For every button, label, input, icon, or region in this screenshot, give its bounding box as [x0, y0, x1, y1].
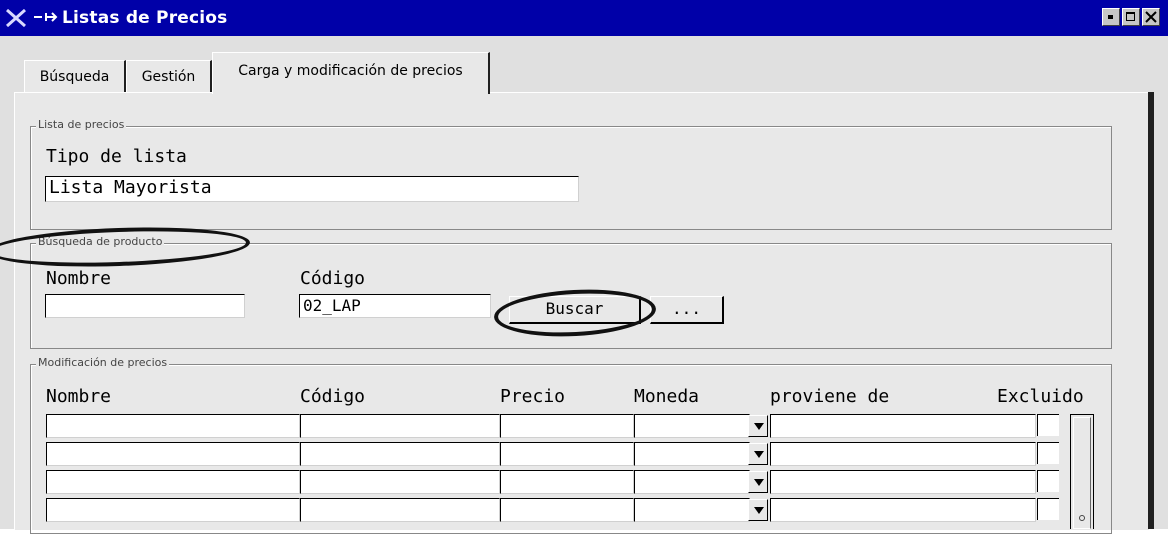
- scroll-grip-icon: [1079, 515, 1085, 521]
- moneda-cell[interactable]: [634, 498, 750, 522]
- grid-scrollbar[interactable]: [1070, 414, 1094, 529]
- nombre-label: Nombre: [46, 268, 112, 289]
- maximize-icon[interactable]: [1122, 8, 1140, 26]
- group-legend-modificacion: Modificación de precios: [36, 356, 170, 369]
- excluido-checkbox[interactable]: [1037, 414, 1059, 436]
- group-legend-lista: Lista de precios: [36, 118, 127, 131]
- moneda-dropdown-icon[interactable]: [748, 471, 768, 493]
- scrollbar-thumb[interactable]: [1073, 417, 1091, 529]
- window-menu-icon[interactable]: [34, 12, 58, 22]
- nombre-cell[interactable]: [46, 470, 300, 494]
- col-header-excluido: Excluido: [997, 386, 1084, 407]
- moneda-dropdown-icon[interactable]: [748, 443, 768, 465]
- codigo-label: Código: [300, 268, 366, 289]
- codigo-search-input[interactable]: 02_LAP: [299, 294, 491, 318]
- minimize-icon[interactable]: [1102, 8, 1120, 26]
- tab-carga-modificacion[interactable]: Carga y modificación de precios: [212, 52, 490, 94]
- panel-edge: [1148, 92, 1154, 529]
- tab-busqueda[interactable]: Búsqueda: [24, 60, 126, 94]
- nombre-cell[interactable]: [46, 414, 300, 438]
- window-title: Listas de Precios: [62, 8, 228, 28]
- excluido-checkbox[interactable]: [1037, 442, 1059, 464]
- precio-cell[interactable]: [500, 414, 634, 438]
- tipo-lista-label: Tipo de lista: [46, 146, 187, 167]
- tab-label: Gestión: [141, 69, 196, 85]
- tab-label: Búsqueda: [39, 69, 110, 85]
- moneda-cell[interactable]: [634, 470, 750, 494]
- col-header-moneda: Moneda: [634, 386, 700, 407]
- col-header-nombre: Nombre: [46, 386, 112, 407]
- close-icon[interactable]: [1142, 8, 1160, 26]
- col-header-precio: Precio: [500, 386, 566, 407]
- tab-label: Carga y modificación de precios: [238, 63, 463, 79]
- title-bar: Listas de Precios: [0, 0, 1168, 36]
- codigo-cell[interactable]: [300, 470, 500, 494]
- moneda-cell[interactable]: [634, 414, 750, 438]
- codigo-cell[interactable]: [300, 442, 500, 466]
- excluido-checkbox[interactable]: [1037, 470, 1059, 492]
- codigo-cell[interactable]: [300, 498, 500, 522]
- proviene-cell[interactable]: [770, 442, 1036, 466]
- moneda-dropdown-icon[interactable]: [748, 415, 768, 437]
- nombre-search-input[interactable]: [45, 294, 245, 318]
- col-header-proviene: proviene de: [770, 386, 890, 407]
- precio-cell[interactable]: [500, 470, 634, 494]
- proviene-cell[interactable]: [770, 470, 1036, 494]
- col-header-codigo: Código: [300, 386, 366, 407]
- moneda-cell[interactable]: [634, 442, 750, 466]
- more-options-button[interactable]: ...: [650, 296, 724, 324]
- precio-cell[interactable]: [500, 498, 634, 522]
- precio-cell[interactable]: [500, 442, 634, 466]
- excluido-checkbox[interactable]: [1037, 498, 1059, 520]
- tipo-lista-field[interactable]: Lista Mayorista: [45, 176, 579, 202]
- proviene-cell[interactable]: [770, 414, 1036, 438]
- nombre-cell[interactable]: [46, 498, 300, 522]
- codigo-cell[interactable]: [300, 414, 500, 438]
- moneda-dropdown-icon[interactable]: [748, 499, 768, 521]
- proviene-cell[interactable]: [770, 498, 1036, 522]
- x-logo-icon: [6, 9, 26, 27]
- nombre-cell[interactable]: [46, 442, 300, 466]
- tab-gestion[interactable]: Gestión: [126, 60, 212, 94]
